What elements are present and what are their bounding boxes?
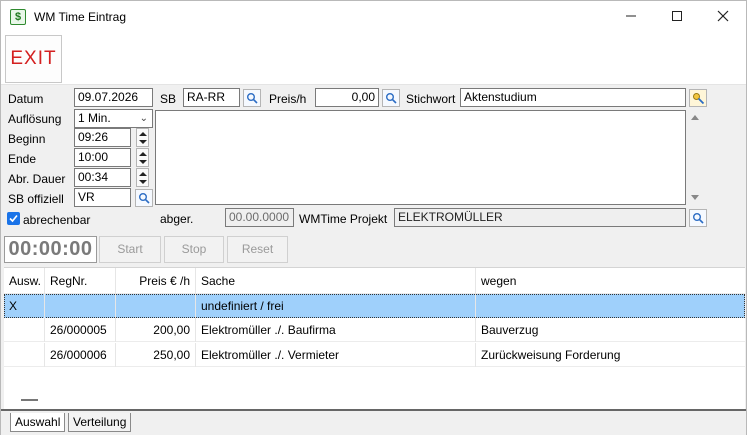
cell-preis [116,294,196,318]
datum-field[interactable]: 09.07.2026 [74,88,153,107]
aufloesung-value: 1 Min. [78,111,111,125]
cell-ausw [4,343,45,367]
spin-up-icon [139,172,147,176]
preis-search-button[interactable] [382,89,400,107]
abr-dauer-field[interactable]: 00:34 [74,168,131,187]
sb-offiziell-search-button[interactable] [135,189,153,207]
abr-dauer-label: Abr. Dauer [8,172,66,186]
chevron-down-icon: ⌄ [139,113,148,124]
projekt-search-button[interactable] [689,209,707,227]
stichwort-lookup-button[interactable] [689,89,707,107]
search-icon [386,93,397,104]
table-row[interactable]: 26/000005 200,00 Elektromüller ./. Baufi… [4,318,745,342]
sb-label: SB [160,92,177,106]
beginn-label: Beginn [8,132,46,146]
column-header-wegen[interactable]: wegen [476,268,745,294]
memo-scrollbar[interactable] [687,110,704,205]
close-button[interactable] [700,1,746,33]
cell-sache: undefiniert / frei [196,294,476,318]
abger-field: 00.00.0000 [225,208,294,227]
bottom-tab-bar: Auswahl Verteilung [1,409,746,435]
abger-label: abger. [160,212,194,226]
sb-field[interactable]: RA-RR [183,88,240,107]
datum-label: Datum [8,92,44,106]
ende-field[interactable]: 10:00 [74,148,131,167]
tab-verteilung[interactable]: Verteilung [68,413,132,432]
projekt-label: WMTime Projekt [299,212,388,226]
minimize-button[interactable] [608,1,654,33]
sb-offiziell-label: SB offiziell [8,192,64,206]
close-icon [717,10,729,22]
cell-sache: Elektromüller ./. Baufirma [196,318,476,342]
ende-label: Ende [8,152,37,166]
stop-button[interactable]: Stop [164,236,224,263]
sb-offiziell-field[interactable]: VR [74,188,131,207]
sb-search-button[interactable] [243,89,261,107]
wm-time-window: $ WM Time Eintrag EXIT Datum 09.07.2026 … [0,0,747,435]
minimize-icon [626,15,636,17]
search-icon [693,213,704,224]
cell-sache: Elektromüller ./. Vermieter [196,343,476,367]
cell-preis: 250,00 [116,343,196,367]
column-header-sache[interactable]: Sache [196,268,476,294]
cell-wegen: Bauverzug [481,323,539,337]
column-header-preis[interactable]: Preis € /h [116,268,196,294]
stichwort-field[interactable]: Aktenstudium [460,88,686,107]
exit-button[interactable]: EXIT [5,35,62,83]
spin-up-icon [139,152,147,156]
cell-regnr: 26/000006 [45,343,116,367]
search-icon [247,93,258,104]
wand-search-icon [693,93,705,105]
abr-dauer-spinner[interactable] [136,168,149,187]
table-row[interactable]: 26/000006 250,00 Elektromüller ./. Vermi… [4,343,745,367]
reset-button[interactable]: Reset [227,236,288,263]
cell-ausw: X [4,294,45,318]
abrechenbar-label: abrechenbar [23,213,91,227]
beginn-field[interactable]: 09:26 [74,128,131,147]
cell-wegen [476,294,745,318]
maximize-icon [672,11,682,21]
notes-memo[interactable] [155,110,686,205]
aufloesung-label: Auflösung [8,112,62,126]
case-table: Ausw. RegNr. Preis € /h Sache wegen X un… [4,267,745,409]
stichwort-label: Stichwort [406,92,456,106]
title-bar: $ WM Time Eintrag [1,1,746,33]
column-header-ausw[interactable]: Ausw. [4,268,45,294]
preis-label: Preis/h [269,92,307,106]
timer-display: 00:00:00 [4,236,97,263]
column-header-regnr[interactable]: RegNr. [45,268,116,294]
spin-down-icon [139,180,147,184]
spin-up-icon [139,132,147,136]
cell-regnr [45,294,116,318]
maximize-button[interactable] [654,1,700,33]
check-icon [9,214,18,223]
cell-wegen: Zurückweisung Forderung [481,348,621,362]
preis-field[interactable]: 0,00 [315,88,379,107]
tab-auswahl[interactable]: Auswahl [10,413,66,432]
table-header: Ausw. RegNr. Preis € /h Sache wegen [4,268,745,294]
scroll-up-icon [691,115,699,120]
cell-ausw [4,318,45,342]
spin-down-icon [139,160,147,164]
cell-preis: 200,00 [116,318,196,342]
aufloesung-select[interactable]: 1 Min. ⌄ [74,109,153,128]
cell-regnr: 26/000005 [45,318,116,342]
projekt-field: ELEKTROMÜLLER [394,208,686,227]
app-dollar-icon: $ [10,9,26,25]
abrechenbar-checkbox[interactable] [7,212,20,225]
spin-down-icon [139,140,147,144]
ende-spinner[interactable] [136,148,149,167]
window-title: WM Time Eintrag [34,10,127,24]
scroll-down-icon [691,195,699,200]
splitter-handle[interactable] [21,399,38,401]
start-button[interactable]: Start [99,236,161,263]
beginn-spinner[interactable] [136,128,149,147]
table-row[interactable]: X undefiniert / frei [4,294,745,318]
search-icon [139,193,150,204]
toolbar: EXIT [1,33,746,85]
